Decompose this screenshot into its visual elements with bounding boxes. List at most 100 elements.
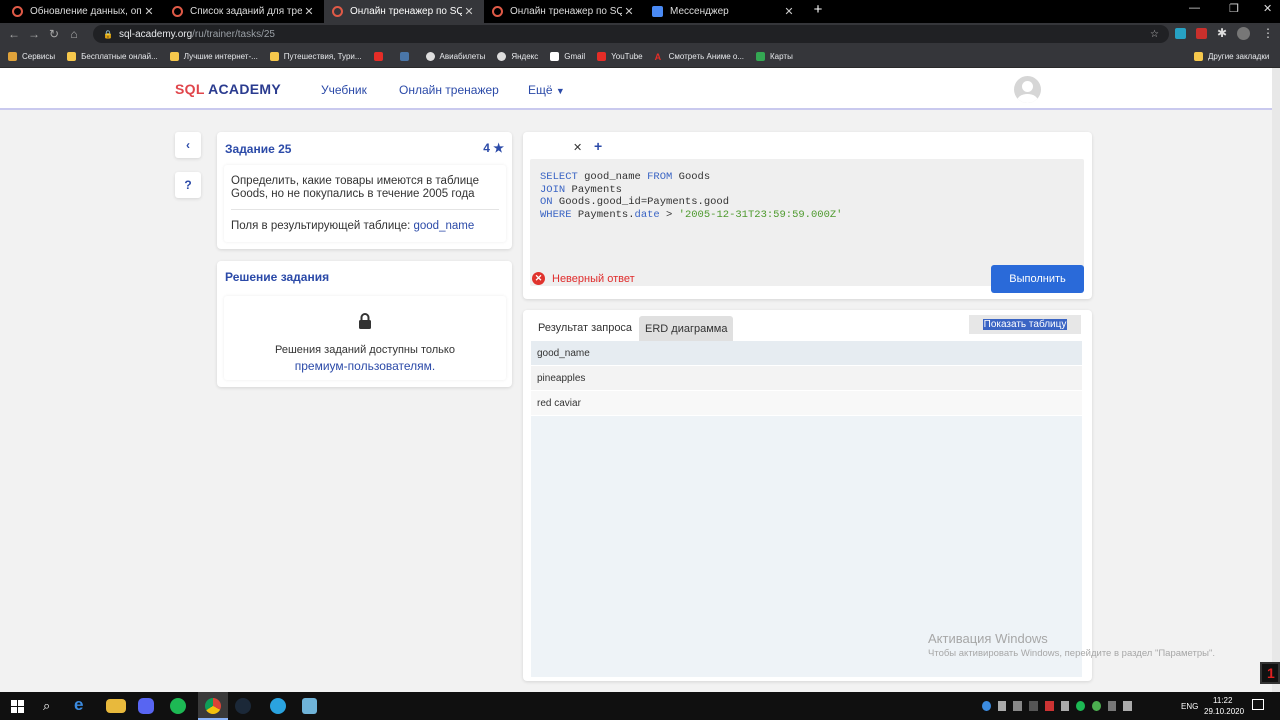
site-logo[interactable]: SQL ACADEMY [175,81,281,97]
tab-favicon-icon [332,6,343,17]
spotify-icon[interactable] [170,698,186,714]
close-icon[interactable]: ✕ [302,5,316,18]
anime-icon: A [654,51,662,62]
close-icon[interactable]: ✕ [622,5,636,18]
bookmark-item[interactable]: Сервисы [8,51,55,61]
lock-icon: 🔒 [103,29,113,39]
task-card: Задание 25 4 ★ Определить, какие товары … [217,132,512,249]
minimize-icon[interactable]: — [1189,2,1200,14]
bookmark-item[interactable]: Яндекс [497,51,538,61]
tab-erd-diagram[interactable]: ERD диаграмма [639,316,734,341]
menu-icon[interactable]: ⋮ [1262,26,1274,40]
other-bookmarks[interactable]: Другие закладки [1194,51,1269,61]
code-line: SELECT good_name FROM Goods [540,171,711,183]
bookmark-item[interactable]: Авиабилеты [425,51,485,61]
reload-icon[interactable]: ↻ [44,27,64,41]
bookmark-item[interactable]: YouTube [597,51,643,61]
browser-tab[interactable]: Обновление данных, оператор✕ [4,0,164,23]
tray-icon [1060,701,1070,711]
chrome-taskbar-button[interactable] [198,692,228,720]
windows-start-icon[interactable] [11,700,24,713]
edge-icon[interactable]: e [74,695,94,715]
windows-activation-watermark: Активация Windows Чтобы активировать Win… [928,631,1215,659]
nav-trainer[interactable]: Онлайн тренажер [399,83,499,97]
telegram-icon[interactable] [270,698,286,714]
locked-text: Решения заданий доступны только [275,344,455,356]
close-icon[interactable]: ✕ [462,5,476,18]
nav-textbook[interactable]: Учебник [321,83,367,97]
youtube-icon [597,51,607,61]
solution-card: Решение задания Решения заданий доступны… [217,261,512,387]
site-header: SQL ACADEMY Учебник Онлайн тренажер Ещё … [0,68,1272,110]
close-tab-icon[interactable]: ✕ [573,141,582,154]
tray-icon [982,701,991,711]
tab-query-result[interactable]: Результат запроса [532,316,639,341]
folder-icon [269,51,279,61]
bookmark-item[interactable]: Карты [756,51,793,61]
extension-icon[interactable] [1175,28,1186,39]
system-tray-icons[interactable] [982,701,1133,711]
tray-icon [1107,701,1117,711]
notepad-icon[interactable] [302,698,317,714]
bookmark-item[interactable]: Gmail [550,51,585,61]
notifications-icon[interactable] [1252,699,1264,710]
folder-icon [67,51,77,61]
results-card: Результат запроса ERD диаграмма Показать… [523,310,1092,681]
clock-date[interactable]: 29.10.2020 [1204,707,1244,716]
close-icon[interactable]: ✕ [782,5,796,18]
browser-tab[interactable]: Онлайн тренажер по SQL ✕ [484,0,644,23]
back-button[interactable]: ‹ [175,132,201,158]
new-tab-button[interactable]: + [810,1,826,18]
explorer-icon[interactable] [106,699,126,713]
tray-icon [1091,701,1101,711]
restore-icon[interactable]: ❐ [1229,2,1239,15]
chrome-icon [205,698,221,714]
show-table-button[interactable]: Показать таблицу [969,315,1081,334]
bookmark-item[interactable]: Бесплатные онлай... [67,51,158,61]
solution-title: Решение задания [225,270,330,284]
browser-tab[interactable]: Мессенджер ✕ [644,0,804,23]
browser-tabbar: Обновление данных, оператор✕ Список зада… [0,0,1280,23]
clock-time[interactable]: 11:22 [1213,696,1232,705]
bookmark-item[interactable]: A Смотреть Аниме о... [654,51,744,62]
premium-link[interactable]: премиум-пользователям. [224,359,506,373]
tab-favicon-icon [12,6,23,17]
help-button[interactable]: ? [175,172,201,198]
add-tab-button[interactable]: + [594,138,602,154]
run-button[interactable]: Выполнить [991,265,1084,293]
tab-favicon-icon [492,6,503,17]
error-icon: ✕ [532,272,545,285]
browser-tab-active[interactable]: Онлайн тренажер по SQL ✕ [324,0,484,23]
youtube-icon [373,51,383,61]
nav-more[interactable]: Ещё ▼ [528,83,565,97]
user-avatar[interactable] [1014,76,1041,103]
search-icon[interactable]: ⌕ [43,698,50,714]
solution-locked-box: Решения заданий доступны только премиум-… [224,296,506,380]
address-bar[interactable]: 🔒 sql-academy.org/ru/trainer/tasks/25 ☆ [93,25,1169,43]
steam-icon[interactable] [235,698,251,714]
profile-avatar[interactable] [1237,27,1250,40]
puzzle-icon[interactable]: ✱ [1217,26,1227,40]
lock-icon [359,313,371,329]
adblock-icon[interactable] [1196,28,1207,39]
table-header: good_name [531,341,1082,366]
language-indicator[interactable]: ENG [1181,702,1198,711]
bookmark-item[interactable] [399,51,414,61]
bookmark-star-icon[interactable]: ☆ [1150,29,1159,40]
close-icon[interactable]: ✕ [142,5,156,18]
browser-tab[interactable]: Список заданий для тренировк✕ [164,0,324,23]
tray-icon [1029,701,1038,711]
bookmark-item[interactable]: Лучшие интернет-... [169,51,258,61]
forward-icon[interactable]: → [24,27,44,41]
caret-down-icon: ▼ [555,86,565,96]
bookmark-item[interactable]: Путешествия, Тури... [269,51,362,61]
bookmark-item[interactable] [373,51,388,61]
maps-icon [756,51,766,61]
discord-icon[interactable] [138,698,154,714]
page-scrollbar[interactable] [1272,68,1280,692]
home-icon[interactable]: ⌂ [64,27,84,41]
spotify-tray-icon [1076,701,1085,711]
messenger-icon [652,6,663,17]
back-icon[interactable]: ← [4,27,24,41]
close-window-icon[interactable]: ✕ [1263,2,1272,15]
